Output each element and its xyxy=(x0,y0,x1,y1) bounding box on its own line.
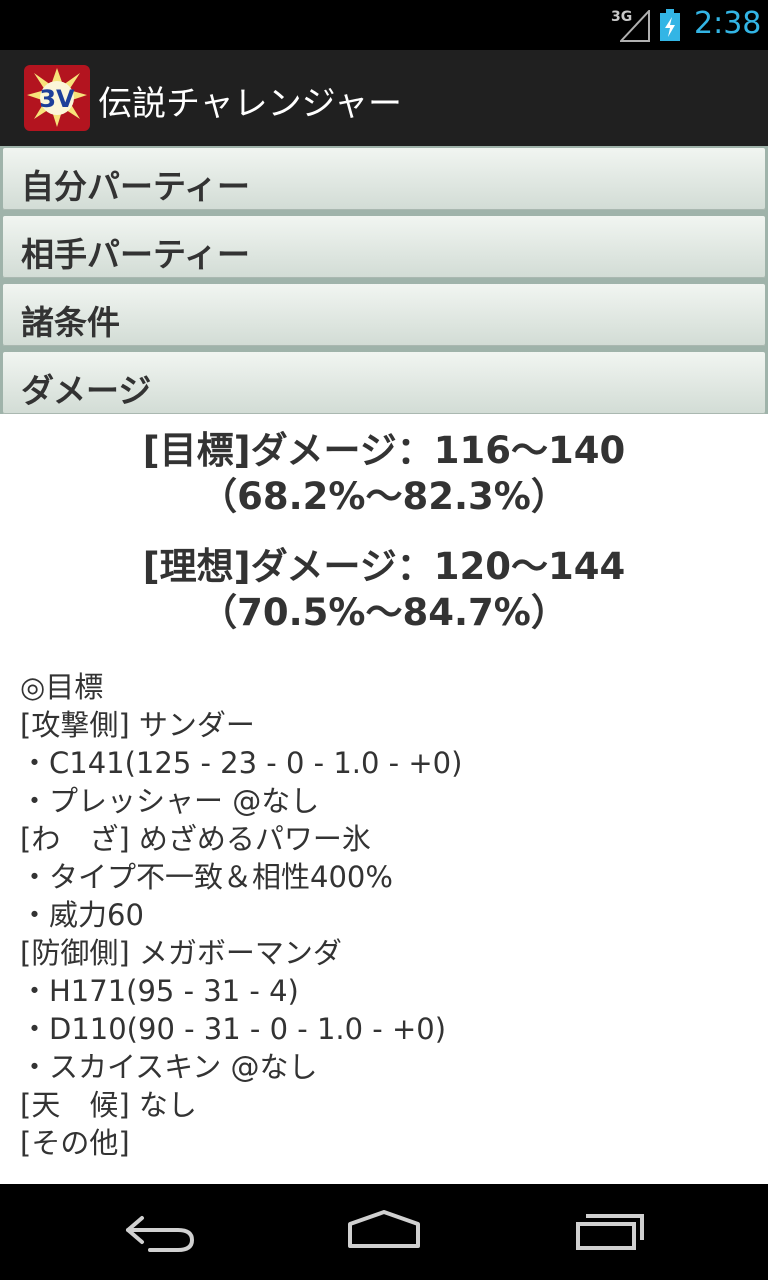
navigation-bar xyxy=(0,1184,768,1280)
back-icon[interactable] xyxy=(120,1208,200,1256)
detail-line: ・プレッシャー @なし xyxy=(20,784,320,818)
status-bar: 3G 2:38 xyxy=(0,0,768,50)
section-opponent-party-button[interactable]: 相手パーティー xyxy=(3,216,765,278)
detail-line: ・C141(125 - 23 - 0 - 1.0 - +0) xyxy=(20,746,463,780)
section-damage-button[interactable]: ダメージ xyxy=(3,352,765,414)
app-title: 伝説チャレンジャー xyxy=(98,84,402,124)
target-damage-range: [目標]ダメージ：116〜140 xyxy=(142,429,626,472)
section-my-party-button[interactable]: 自分パーティー xyxy=(3,148,765,210)
section-label: 相手パーティー xyxy=(21,235,251,274)
detail-line: ・タイプ不一致＆相性400% xyxy=(20,860,393,894)
clock: 2:38 xyxy=(694,6,762,41)
detail-line: [防御側] メガボーマンダ xyxy=(20,936,342,970)
section-label: ダメージ xyxy=(21,371,152,410)
content-area: 自分パーティー 相手パーティー 諸条件 ダメージ [目標]ダメージ：116〜14… xyxy=(0,146,768,1184)
ideal-damage-result: [理想]ダメージ：120〜144 （70.5%〜84.7%） xyxy=(0,544,768,636)
detail-text: ◎目標 [攻撃側] サンダー ・C141(125 - 23 - 0 - 1.0 … xyxy=(0,668,768,1162)
detail-line: ・スカイスキン @なし xyxy=(20,1050,318,1084)
section-label: 自分パーティー xyxy=(21,167,251,206)
detail-line: [天 候] なし xyxy=(20,1088,197,1122)
detail-line: ・D110(90 - 31 - 0 - 1.0 - +0) xyxy=(20,1012,447,1046)
ideal-damage-percent: （70.5%〜84.7%） xyxy=(200,591,568,634)
detail-line: [攻撃側] サンダー xyxy=(20,708,255,742)
ideal-damage-range: [理想]ダメージ：120〜144 xyxy=(142,545,626,588)
detail-line: ◎目標 xyxy=(20,670,104,704)
detail-line: ・威力60 xyxy=(20,898,144,932)
section-list: 自分パーティー 相手パーティー 諸条件 ダメージ xyxy=(0,146,768,414)
signal-icon xyxy=(620,10,650,42)
section-label: 諸条件 xyxy=(21,303,120,342)
section-conditions-button[interactable]: 諸条件 xyxy=(3,284,765,346)
home-icon[interactable] xyxy=(344,1208,424,1256)
recent-apps-icon[interactable] xyxy=(572,1208,652,1256)
target-damage-result: [目標]ダメージ：116〜140 （68.2%〜82.3%） xyxy=(0,428,768,520)
detail-line: [その他] xyxy=(20,1126,130,1160)
action-bar: 3V 伝説チャレンジャー xyxy=(0,50,768,146)
detail-line: ・H171(95 - 31 - 4) xyxy=(20,974,299,1008)
battery-charging-icon xyxy=(660,9,680,41)
svg-text:3V: 3V xyxy=(39,85,75,113)
detail-line: [わ ざ] めざめるパワー氷 xyxy=(20,822,371,856)
target-damage-percent: （68.2%〜82.3%） xyxy=(200,475,568,518)
app-icon[interactable]: 3V xyxy=(24,65,90,131)
